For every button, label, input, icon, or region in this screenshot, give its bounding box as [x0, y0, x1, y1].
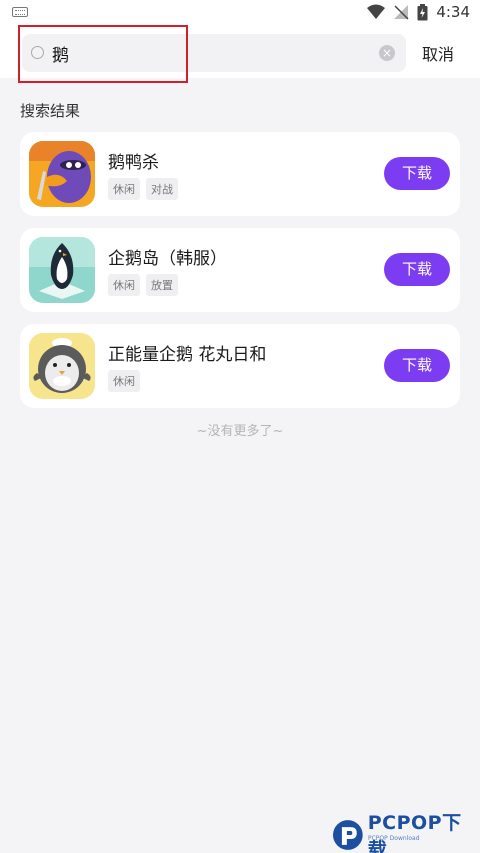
tag: 休闲 [108, 370, 140, 392]
no-more-text: ~没有更多了~ [196, 424, 284, 439]
search-header: × 取消 [0, 28, 480, 78]
goose-duck-icon[interactable] [29, 141, 95, 207]
pcpop-logo-icon [332, 820, 363, 850]
search-box[interactable]: × [22, 34, 406, 72]
result-card[interactable]: 企鹅岛（韩服） 休闲 放置 下载 [20, 228, 460, 312]
app-title: 鹅鸭杀 [108, 153, 159, 173]
result-card[interactable]: 正能量企鹅 花丸日和 休闲 下载 [20, 324, 460, 408]
wifi-icon [367, 4, 386, 19]
watermark: PCPOP下载 PCPOP Download [332, 808, 480, 853]
search-icon [31, 46, 44, 59]
tag: 对战 [146, 178, 178, 200]
download-button[interactable]: 下载 [384, 157, 450, 190]
status-time: 4:34 [436, 3, 470, 21]
keyboard-icon [12, 7, 28, 17]
watermark-text: PCPOP下载 [367, 812, 462, 853]
download-button[interactable]: 下载 [384, 253, 450, 286]
penguin-chef-icon[interactable] [29, 333, 95, 399]
tag: 休闲 [108, 274, 140, 296]
section-title: 搜索结果 [20, 102, 81, 120]
download-button[interactable]: 下载 [384, 349, 450, 382]
watermark-subtext: PCPOP Download [368, 835, 420, 842]
battery-charging-icon [417, 3, 428, 20]
tag-list: 休闲 放置 [108, 274, 178, 296]
tag: 放置 [146, 274, 178, 296]
app-title: 正能量企鹅 花丸日和 [108, 345, 267, 365]
cancel-button[interactable]: 取消 [422, 41, 454, 65]
app-title: 企鹅岛（韩服） [108, 249, 227, 269]
status-bar: 4:34 [0, 0, 480, 28]
result-card[interactable]: 鹅鸭杀 休闲 对战 下载 [20, 132, 460, 216]
tag-list: 休闲 [108, 370, 140, 392]
penguin-isle-icon[interactable] [29, 237, 95, 303]
search-input[interactable] [52, 34, 382, 72]
tag: 休闲 [108, 178, 140, 200]
clear-icon[interactable]: × [379, 45, 395, 61]
no-signal-icon [394, 5, 409, 20]
tag-list: 休闲 对战 [108, 178, 178, 200]
